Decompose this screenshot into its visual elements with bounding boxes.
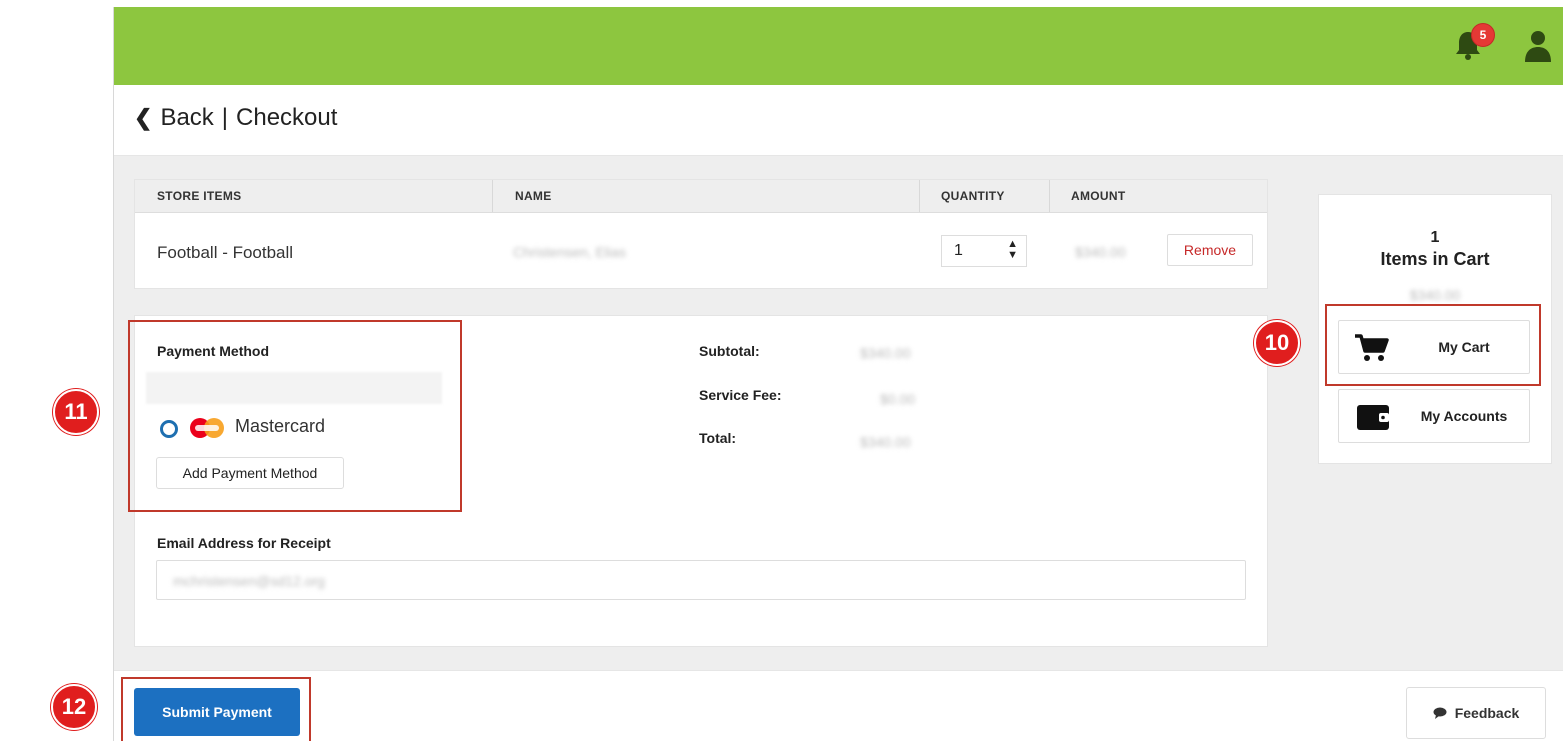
feedback-button[interactable]: Feedback [1406,687,1546,739]
chat-bubble-icon [1433,707,1447,719]
cart-count: 1 [1430,229,1440,246]
my-cart-highlight [1325,304,1541,386]
total-value: $340.00 [860,434,911,450]
column-header-quantity: QUANTITY [941,189,1005,203]
bottom-bar [114,670,1563,741]
subtotal-value: $340.00 [860,345,911,361]
participant-name: Christensen, Elias [513,244,626,260]
item-name: Football - Football [157,243,294,262]
step-marker-12: 12 [51,684,97,730]
step-marker-10: 10 [1254,320,1300,366]
column-divider [1049,180,1050,212]
page-title: Checkout [236,104,338,131]
my-accounts-button[interactable]: My Accounts [1338,389,1530,443]
email-value: mchristensen@sd12.org [173,573,325,589]
email-label: Email Address for Receipt [157,535,331,551]
back-link[interactable]: ❮ Back | Checkout [134,104,337,132]
payment-method-label: Payment Method [157,343,270,359]
submit-payment-button[interactable]: Submit Payment [134,688,300,736]
chevron-left-icon: ❮ [134,105,153,130]
back-label: Back [160,104,214,131]
payment-radio[interactable] [160,420,178,438]
quantity-value: 1 [954,242,963,259]
remove-button[interactable]: Remove [1167,234,1253,266]
saved-payment-row [146,372,442,404]
quantity-stepper[interactable]: 1 ▲ ▼ [941,235,1027,267]
app-frame: 5 ❮ Back | Checkout STORE ITEMS NAME QUA… [113,7,1563,741]
table-header: STORE ITEMS NAME QUANTITY AMOUNT [135,180,1267,213]
cart-amount: $340.00 [1409,287,1461,303]
user-icon[interactable] [1524,29,1552,63]
email-field[interactable]: mchristensen@sd12.org [156,560,1246,600]
wallet-icon [1357,405,1389,430]
top-bar: 5 [114,7,1563,85]
card-name: Mastercard [235,416,326,436]
column-divider [919,180,920,212]
mastercard-icon [190,418,224,438]
item-amount: $340.00 [1075,244,1126,260]
cart-items-label: Items in Cart [1380,249,1490,269]
service-fee-label: Service Fee: [699,387,782,403]
column-header-store-items: STORE ITEMS [157,189,242,203]
service-fee-value: $0.00 [880,391,916,407]
column-divider [492,180,493,212]
spinner-arrows-icon[interactable]: ▲ ▼ [1007,239,1018,261]
my-accounts-label: My Accounts [1420,408,1508,424]
column-header-amount: AMOUNT [1071,189,1126,203]
notification-badge: 5 [1471,23,1495,47]
title-separator: | [221,104,229,131]
page-header: ❮ Back | Checkout [114,85,1563,156]
step-marker-11: 11 [53,389,99,435]
feedback-label: Feedback [1454,705,1520,721]
column-header-name: NAME [515,189,552,203]
total-label: Total: [699,430,737,446]
cart-table: STORE ITEMS NAME QUANTITY AMOUNT Footbal… [134,179,1268,289]
subtotal-label: Subtotal: [699,343,760,359]
add-payment-method-button[interactable]: Add Payment Method [156,457,344,489]
